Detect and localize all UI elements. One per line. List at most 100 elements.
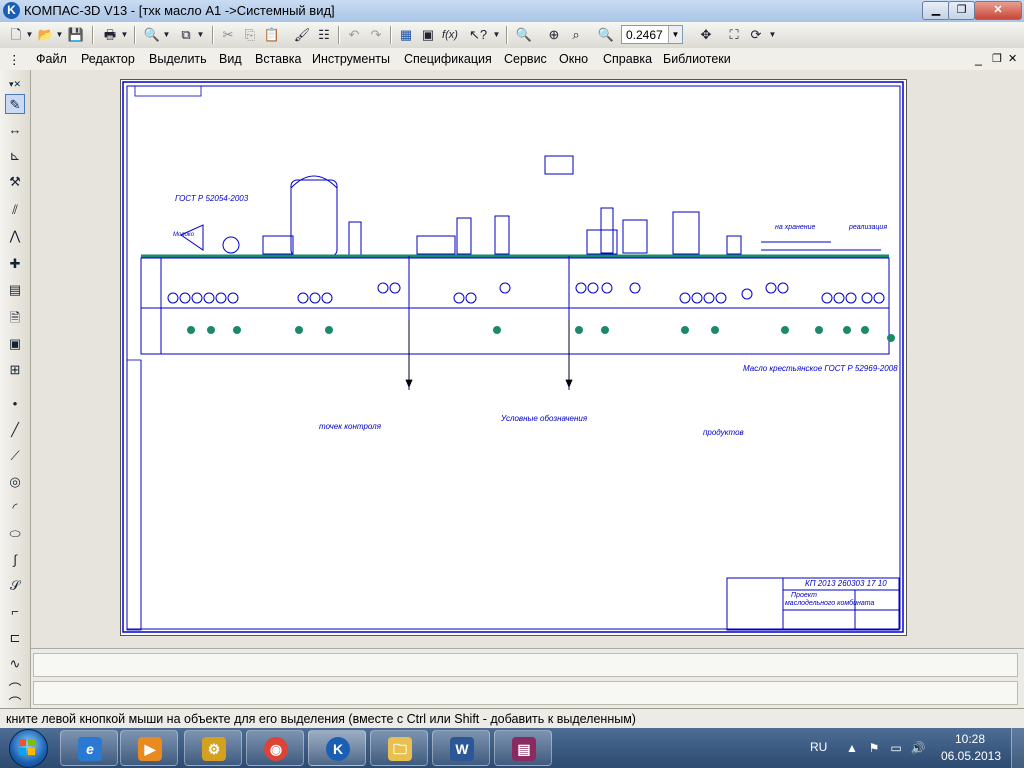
toolbar-overflow-2-icon[interactable]: ▼ <box>768 25 777 45</box>
menu-specification[interactable]: Спецификация <box>404 52 492 66</box>
show-desktop-button[interactable] <box>1011 728 1024 768</box>
drawing-sheet[interactable]: КП 2013 260303 17 10 Проект маслодельног… <box>120 79 907 636</box>
dynamic-zoom-icon[interactable]: ⛶ <box>724 25 744 45</box>
cut-icon[interactable]: ✂ <box>218 25 238 45</box>
menu-file[interactable]: Файл <box>36 52 67 66</box>
print-dropdown-icon[interactable]: ▼ <box>120 25 129 45</box>
clock-time[interactable]: 10:28 <box>940 732 1000 746</box>
zoom-input[interactable]: 0.2467 ▼ <box>621 25 683 44</box>
circle-icon[interactable]: ◎ <box>5 472 25 492</box>
volume-icon[interactable]: 🔊 <box>910 740 926 756</box>
new-document-icon[interactable]: 🗋 <box>6 25 26 45</box>
dimensions-icon[interactable]: ↔ <box>5 120 25 140</box>
copy-icon[interactable]: ⎘ <box>240 25 260 45</box>
menu-editor[interactable]: Редактор <box>81 52 135 66</box>
line-icon[interactable]: ╱ <box>5 420 25 440</box>
taskbar-chrome[interactable]: ◉ <box>246 730 304 766</box>
measure-icon[interactable]: ⋀ <box>5 226 25 246</box>
zoom-all-icon[interactable]: ⌕ <box>566 25 586 45</box>
insert-icon[interactable]: ▣ <box>5 334 25 354</box>
bezier-icon[interactable]: ∿ <box>5 654 25 674</box>
segment-icon[interactable]: ⟋ <box>5 446 25 466</box>
taskbar-explorer[interactable]: 🗀 <box>370 730 428 766</box>
menu-select[interactable]: Выделить <box>149 52 207 66</box>
zoom-scale-icon[interactable]: 🔍 <box>596 25 616 45</box>
preview-dropdown-icon[interactable]: ▼ <box>162 25 171 45</box>
restore-button[interactable]: ❐ <box>948 1 975 20</box>
doc-close-button[interactable]: ✕ <box>1008 52 1017 65</box>
properties-row-2[interactable] <box>33 681 1018 705</box>
menu-libraries[interactable]: Библиотеки <box>663 52 731 66</box>
network-icon[interactable]: ⚑ <box>866 740 882 756</box>
taskbar-media[interactable]: ▶ <box>120 730 178 766</box>
minimize-button[interactable]: ▁ <box>922 1 950 20</box>
pan-icon[interactable]: ✥ <box>696 25 716 45</box>
macro-icon[interactable]: ⊞ <box>5 360 25 380</box>
zoom-in-icon[interactable]: ⊕ <box>544 25 564 45</box>
start-button[interactable] <box>2 728 54 768</box>
edit-icon[interactable]: ⚒ <box>5 172 25 192</box>
designations-icon[interactable]: ⊾ <box>5 146 25 166</box>
zoom-dropdown-icon[interactable]: ▼ <box>668 26 682 43</box>
taskbar-ie[interactable]: e <box>60 730 118 766</box>
properties-row-1[interactable] <box>33 653 1018 677</box>
print-icon[interactable]: 🖶 <box>100 25 120 45</box>
open-icon[interactable]: 📂 <box>36 25 56 45</box>
spline-icon[interactable]: 𝒮 <box>5 576 25 596</box>
parametrization-icon[interactable]: ⫽ <box>5 200 25 220</box>
menu-window[interactable]: Окно <box>559 52 588 66</box>
standard-toolbar: 🗋 ▼ 📂 ▼ 💾 🖶 ▼ 🔍 ▼ ⧉ ▼ ✂ ⎘ 📋 🖌 ☷ ↶ ↷ ▦ ▣ … <box>0 22 1024 49</box>
manager-docs-icon[interactable]: ▦ <box>396 25 416 45</box>
windows-flag-icon <box>19 739 35 755</box>
preview-icon[interactable]: 🔍 <box>142 25 162 45</box>
menu-tools[interactable]: Инструменты <box>312 52 390 66</box>
manager-dropdown-icon[interactable]: ▼ <box>196 25 205 45</box>
ellipse-icon[interactable]: ⬭ <box>5 524 25 544</box>
chrome-icon: ◉ <box>264 737 288 761</box>
open-dropdown-icon[interactable]: ▼ <box>55 25 64 45</box>
function-icon[interactable]: f(x) <box>440 25 460 45</box>
select-icon[interactable]: ✚ <box>5 254 25 274</box>
monitor-icon[interactable]: ▭ <box>888 740 904 756</box>
format-copy-icon[interactable]: 🖌 <box>292 25 312 45</box>
zoom-window-icon[interactable]: 🔍 <box>514 25 534 45</box>
chamfer-icon[interactable]: ⌐ <box>5 602 25 622</box>
new-dropdown-icon[interactable]: ▼ <box>25 25 34 45</box>
polyline-icon[interactable]: ∫ <box>5 550 25 570</box>
language-indicator[interactable]: RU <box>810 740 827 754</box>
folder-icon: 🗀 <box>388 737 412 761</box>
menu-insert[interactable]: Вставка <box>255 52 301 66</box>
properties-icon[interactable]: ☷ <box>314 25 334 45</box>
arc-icon[interactable]: ◜ <box>5 498 25 518</box>
redo-icon[interactable]: ↷ <box>366 25 386 45</box>
save-icon[interactable]: 💾 <box>66 25 86 45</box>
variables-icon[interactable]: ▣ <box>418 25 438 45</box>
menu-help[interactable]: Справка <box>603 52 652 66</box>
manager-icon[interactable]: ⧉ <box>176 25 196 45</box>
menu-service[interactable]: Сервис <box>504 52 547 66</box>
point-icon[interactable]: • <box>5 394 25 414</box>
doc-minimize-button[interactable]: _ <box>975 52 982 66</box>
taskbar-word[interactable]: W <box>432 730 490 766</box>
rect-icon[interactable]: ⊏ <box>5 628 25 648</box>
panel-menu-icon[interactable]: ▾✕ <box>5 74 25 94</box>
tray-arrow-icon[interactable]: ▲ <box>844 740 860 756</box>
close-button[interactable]: ✕ <box>974 1 1022 20</box>
compact-toolbar: ▾✕ ✎ ↔ ⊾ ⚒ ⫽ ⋀ ✚ ▤ 🗎 ▣ ⊞ • ╱ ⟋ ◎ ◜ ⬭ ∫ 𝒮… <box>0 70 31 718</box>
doc-restore-button[interactable]: ❐ <box>992 52 1002 65</box>
reports-icon[interactable]: 🗎 <box>5 308 25 328</box>
taskbar-winrar[interactable]: ▤ <box>494 730 552 766</box>
menu-view[interactable]: Вид <box>219 52 242 66</box>
toolbar-overflow-icon[interactable]: ▼ <box>492 25 501 45</box>
toolbar-separator <box>212 26 214 44</box>
spec-icon[interactable]: ▤ <box>5 280 25 300</box>
refresh-icon[interactable]: ⟳ <box>746 25 766 45</box>
paste-icon[interactable]: 📋 <box>262 25 282 45</box>
taskbar-kompas[interactable]: K <box>308 730 366 766</box>
clock-date[interactable]: 06.05.2013 <box>936 749 1006 763</box>
geometry-icon[interactable]: ✎ <box>5 94 25 114</box>
taskbar: e ▶ ⚙ ◉ K 🗀 W ▤ RU ▲ ⚑ ▭ 🔊 10:28 06.05.2… <box>0 728 1024 768</box>
undo-icon[interactable]: ↶ <box>344 25 364 45</box>
help-pointer-icon[interactable]: ↖? <box>468 25 488 45</box>
taskbar-tools[interactable]: ⚙ <box>184 730 242 766</box>
